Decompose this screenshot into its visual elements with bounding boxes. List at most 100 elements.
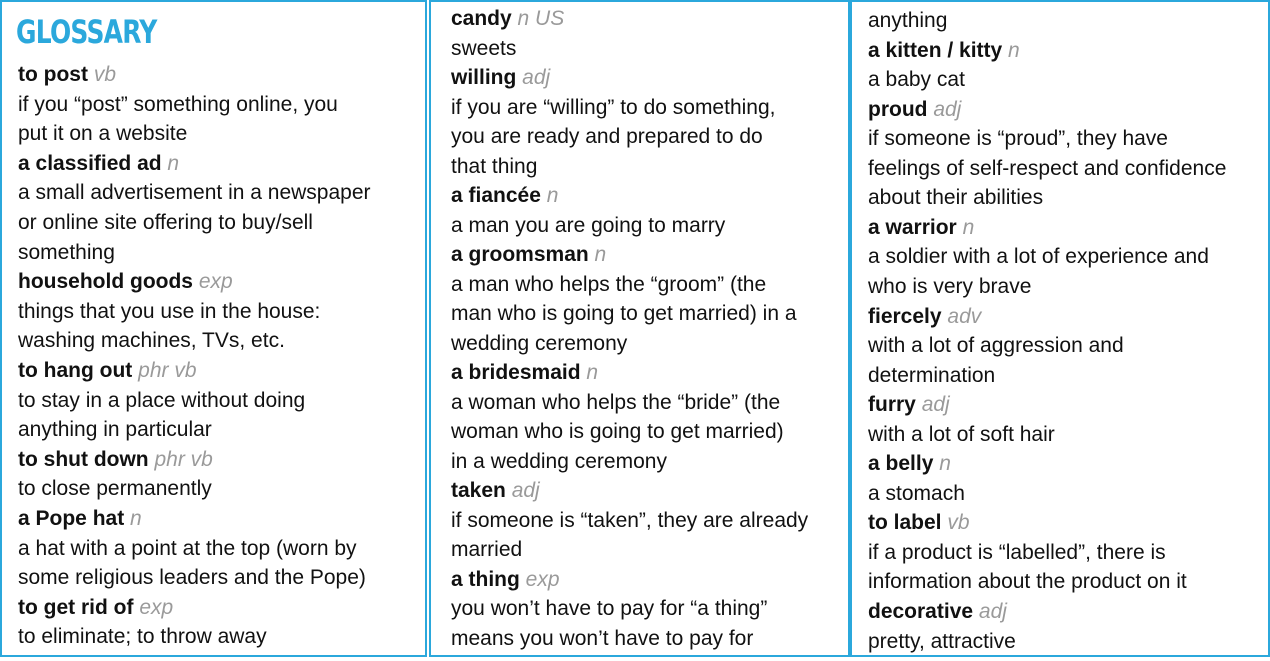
term-word: to post [18,63,88,86]
definition-line: determination [868,363,996,387]
definition-line: you won’t have to pay for “a thing” [451,597,768,620]
glossary-entry-term: a bridesmaid n [451,360,598,386]
part-of-speech: exp [198,270,233,294]
definition-line: man who is going to get married) in a [451,302,797,325]
glossary-entry-term: to hang out phr vb [18,358,197,384]
definition-line: a man who helps the “groom” (the [451,272,767,296]
term-word: candy [451,7,512,30]
definition-line: anything in particular [18,418,212,442]
definition-line: information about the product on it [868,570,1187,594]
definition-line: pretty, attractive [868,629,1016,653]
part-of-speech: adj [511,479,540,502]
part-of-speech: n [586,361,599,384]
glossary-entry-term: a Pope hat n [18,506,142,532]
definition-line: to stay in a place without doing [18,388,306,412]
definition-line: a baby cat [868,68,965,92]
glossary-page: GLOSSARY to post vb if you “post” somethi… [0,0,1270,661]
definition-line: a small advertisement in a newspaper [18,181,371,205]
definition-line: wedding ceremony [451,331,628,355]
glossary-entry-term: household goods exp [18,269,233,295]
definition-line: means you won’t have to pay for [451,626,754,650]
glossary-entry-term: proud adj [868,97,961,123]
glossary-entry-term: decorative adj [868,599,1007,625]
glossary-entry-term: to shut down phr vb [18,447,213,473]
part-of-speech: adj [522,66,551,89]
definition-line: to eliminate; to throw away [18,625,267,649]
glossary-column-3: anything a kitten / kitty n a baby cat prou… [850,0,1270,657]
definition-line: put it on a website [18,122,188,146]
definition-line: married [451,538,523,561]
part-of-speech: n [939,452,951,476]
glossary-entry-term: a fiancée n [451,183,558,209]
definition-line: or online site offering to buy/sell [18,211,313,234]
part-of-speech: vb [93,63,117,86]
part-of-speech: n [1008,38,1020,62]
definition-line: a stomach [868,481,965,505]
term-word: a bridesmaid [451,361,581,384]
definition-line: that thing [451,154,538,178]
part-of-speech: n [962,215,975,239]
glossary-entry-term: a thing exp [451,567,560,593]
part-of-speech: phr vb [154,447,213,471]
definition-line: about their abilities [868,186,1044,210]
part-of-speech: n [130,507,142,530]
definition-line: to close permanently [18,477,212,501]
glossary-entry-term: willing adj [451,65,550,91]
glossary-entry-term: to get rid of exp [18,595,173,621]
term-word: a groomsman [451,243,589,266]
term-word: to shut down [18,447,149,471]
term-word: a belly [868,452,934,476]
term-word: furry [868,393,916,417]
glossary-entry-term: candy n US [451,6,564,32]
definition-line: a hat with a point at the top (worn by [18,536,357,560]
glossary-entry-term: fiercely adv [868,304,981,330]
glossary-entry-term: a kitten / kitty n [868,38,1020,64]
term-word: to hang out [18,359,133,382]
definition-line: some religious leaders and the Pope) [18,566,366,590]
definition-line: sweets [451,36,517,60]
term-word: a kitten / kitty [868,38,1003,62]
term-word: to get rid of [18,595,134,619]
part-of-speech: n [594,243,607,266]
part-of-speech: exp [525,567,560,591]
definition-line: a soldier with a lot of experience and [868,245,1209,269]
definition-line: something [18,240,115,264]
term-word: proud [868,97,928,121]
glossary-entry-term: a groomsman n [451,242,606,268]
definition-line: with a lot of aggression and [868,334,1124,358]
definition-line: anything [868,9,948,32]
term-word: taken [451,479,506,502]
glossary-column-2: candy n US sweets willing adj if you are “w… [429,0,850,657]
term-word: a classified ad [18,151,162,175]
part-of-speech: adv [947,304,982,328]
part-of-speech: n [167,151,180,175]
definition-line: if someone is “proud”, they have [868,127,1168,151]
definition-line: woman who is going to get married) [451,420,784,443]
glossary-heading: GLOSSARY [16,13,157,51]
term-word: household goods [18,270,193,294]
glossary-entry-term: taken adj [451,478,540,504]
part-of-speech: adj [933,97,962,121]
glossary-column-1: GLOSSARY to post vb if you “post” somethi… [0,0,427,657]
definition-line: if you are “willing” to do something, [451,95,776,119]
term-word: a thing [451,567,520,591]
term-word: a Pope hat [18,507,125,530]
glossary-entry-term: a belly n [868,451,951,477]
definition-line: with a lot of soft hair [868,422,1055,446]
term-word: to label [868,511,942,535]
part-of-speech: adj [978,600,1007,623]
glossary-entry-term: a classified ad n [18,151,179,177]
definition-line: in a wedding ceremony [451,449,667,473]
term-word: fiercely [868,304,942,328]
glossary-entry-term: to post vb [18,62,116,88]
term-word: a warrior [868,215,957,239]
part-of-speech: phr vb [138,359,197,382]
definition-line: if someone is “taken”, they are already [451,508,809,532]
glossary-entry-term: to label vb [868,510,970,536]
term-word: willing [451,66,517,89]
definition-line: a man you are going to marry [451,213,726,237]
part-of-speech: adj [921,393,950,417]
part-of-speech: vb [947,511,970,535]
part-of-speech: n [546,184,559,207]
definition-line: things that you use in the house: [18,299,321,323]
